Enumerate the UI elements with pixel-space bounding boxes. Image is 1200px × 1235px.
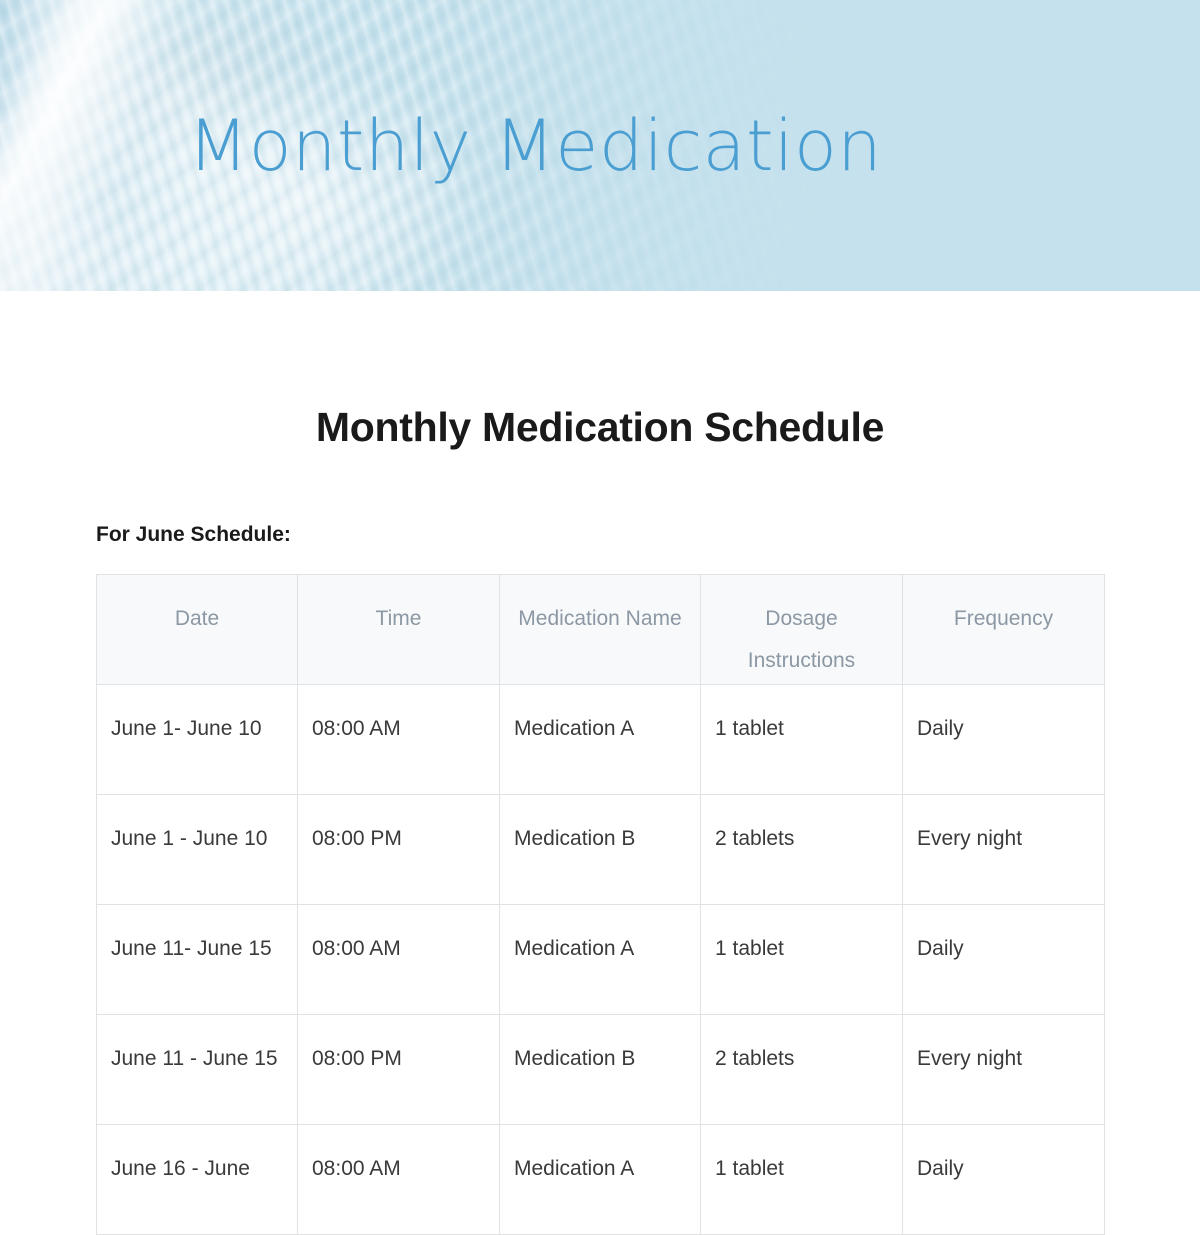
table-row: June 11 - June 15 08:00 PM Medication B … (96, 1014, 1105, 1125)
schedule-table-wrapper: Date Time Medication Name Dosage Instruc… (0, 547, 1200, 1235)
cell-time: 08:00 AM (297, 684, 500, 795)
table-row: June 1- June 10 08:00 AM Medication A 1 … (96, 684, 1105, 795)
table-header-row: Date Time Medication Name Dosage Instruc… (96, 574, 1105, 685)
cell-frequency: Daily (902, 1124, 1105, 1235)
cell-dosage: 1 tablet (700, 904, 903, 1015)
column-header-dosage-instructions: Dosage Instructions (700, 574, 903, 685)
cell-date: June 11 - June 15 (96, 1014, 298, 1125)
cell-frequency: Daily (902, 904, 1105, 1015)
cell-medication: Medication B (499, 1014, 701, 1125)
schedule-subheading: For June Schedule: (96, 523, 291, 546)
table-row: June 16 - June 08:00 AM Medication A 1 t… (96, 1124, 1105, 1235)
header-banner: Monthly Medication (0, 0, 1200, 291)
cell-time: 08:00 PM (297, 1014, 500, 1125)
table-body: June 1- June 10 08:00 AM Medication A 1 … (96, 684, 1105, 1235)
cell-frequency: Every night (902, 1014, 1105, 1125)
column-header-frequency: Frequency (902, 574, 1105, 685)
cell-time: 08:00 AM (297, 904, 500, 1015)
cell-time: 08:00 PM (297, 794, 500, 905)
page-title: Monthly Medication Schedule (315, 404, 885, 450)
cell-frequency: Every night (902, 794, 1105, 905)
column-header-time: Time (297, 574, 500, 685)
cell-dosage: 1 tablet (700, 1124, 903, 1235)
cell-date: June 1 - June 10 (96, 794, 298, 905)
cell-date: June 1- June 10 (96, 684, 298, 795)
document-body: Monthly Medication Schedule For June Sch… (0, 291, 1200, 1235)
cell-date: June 16 - June (96, 1124, 298, 1235)
cell-dosage: 2 tablets (700, 794, 903, 905)
table-row: June 1 - June 10 08:00 PM Medication B 2… (96, 794, 1105, 905)
cell-dosage: 2 tablets (700, 1014, 903, 1125)
banner-title: Monthly Medication (187, 105, 883, 187)
cell-medication: Medication A (499, 1124, 701, 1235)
cell-date: June 11- June 15 (96, 904, 298, 1015)
cell-medication: Medication A (499, 684, 701, 795)
cell-medication: Medication A (499, 904, 701, 1015)
cell-medication: Medication B (499, 794, 701, 905)
cell-time: 08:00 AM (297, 1124, 500, 1235)
column-header-date: Date (96, 574, 298, 685)
table-row: June 11- June 15 08:00 AM Medication A 1… (96, 904, 1105, 1015)
table-header: Date Time Medication Name Dosage Instruc… (96, 574, 1105, 685)
medication-schedule-table: Date Time Medication Name Dosage Instruc… (96, 574, 1105, 1235)
column-header-medication-name: Medication Name (499, 574, 701, 685)
cell-frequency: Daily (902, 684, 1105, 795)
cell-dosage: 1 tablet (700, 684, 903, 795)
